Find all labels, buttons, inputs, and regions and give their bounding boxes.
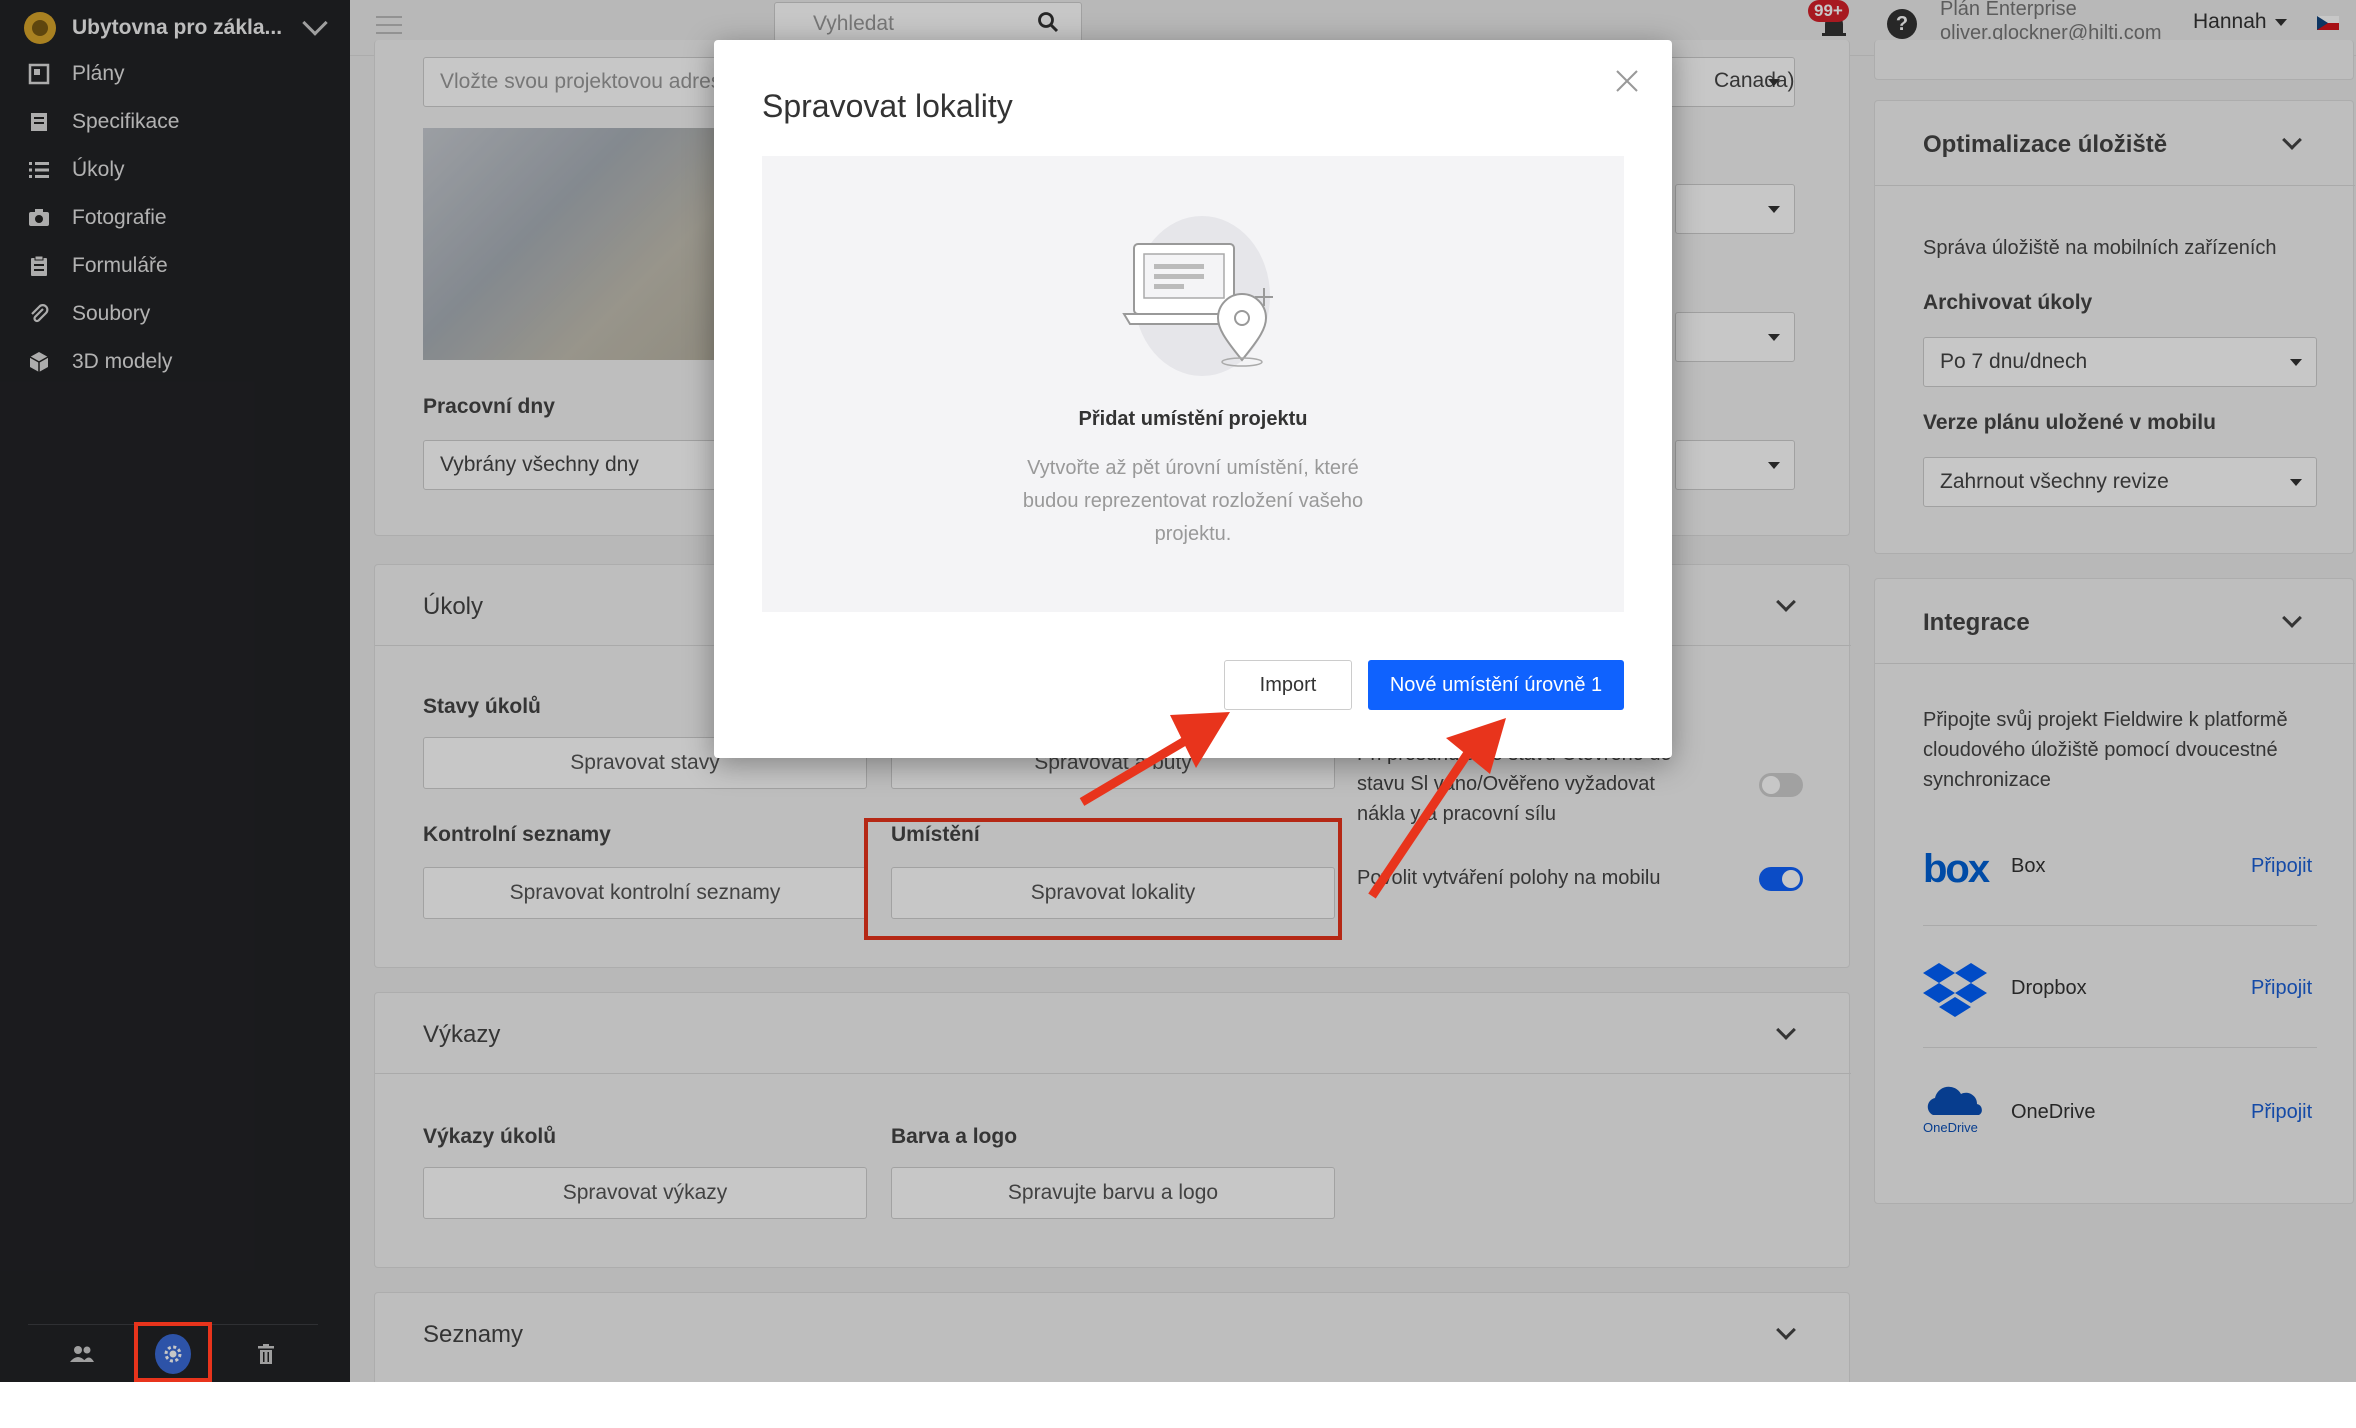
arrow-to-new-level — [1368, 718, 1506, 899]
arrow-to-import — [1079, 712, 1230, 806]
annotation-arrows — [1079, 712, 1506, 899]
